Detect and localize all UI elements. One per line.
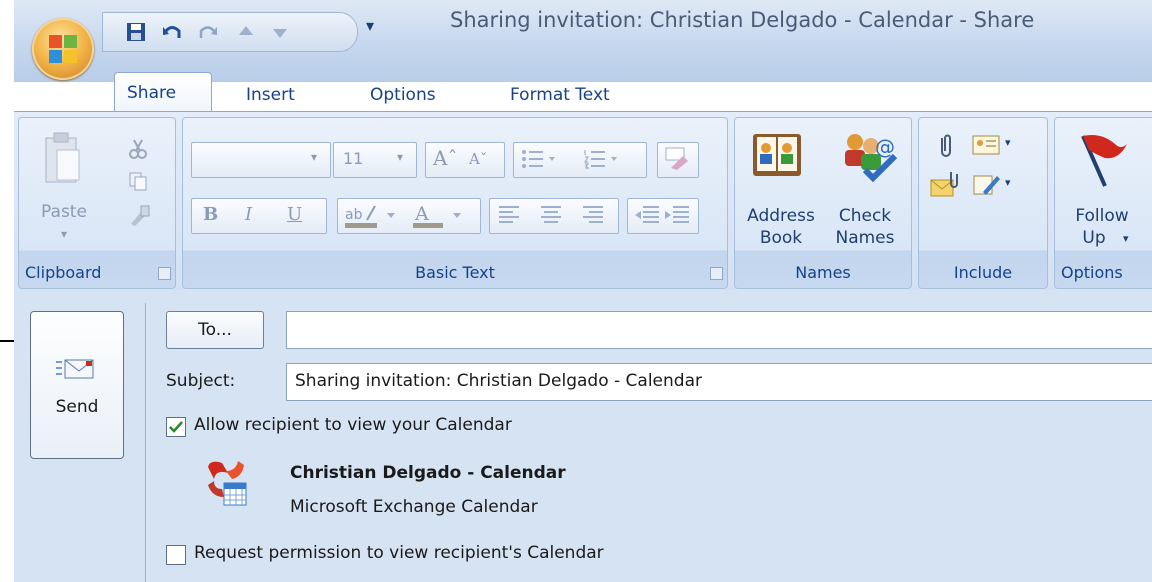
follow-up-dropdown-icon[interactable]: ▾ (1123, 232, 1129, 245)
names-group-label: Names (795, 263, 851, 282)
underline-button[interactable]: U (287, 204, 302, 225)
tab-options[interactable]: Options (358, 78, 448, 112)
business-card-icon[interactable] (971, 132, 1001, 158)
attach-file-icon[interactable] (935, 132, 957, 160)
svg-text:ab: ab (345, 207, 363, 223)
office-button[interactable] (32, 18, 94, 80)
paste-dropdown-icon[interactable]: ▾ (29, 224, 99, 245)
subject-value: Sharing invitation: Christian Delgado - … (295, 371, 702, 391)
allow-view-checkbox[interactable] (166, 417, 186, 437)
basic-text-group-label: Basic Text (415, 263, 495, 282)
business-card-dropdown-icon[interactable]: ▾ (1005, 136, 1011, 149)
signature-dropdown-icon[interactable]: ▾ (1005, 176, 1011, 189)
follow-up-label-2[interactable]: Up (1059, 228, 1129, 249)
clipboard-group: Paste ▾ Clipboard (18, 117, 176, 289)
save-icon[interactable] (125, 21, 147, 43)
follow-up-label-1[interactable]: Follow (1059, 206, 1145, 227)
address-book-label-2[interactable]: Book (741, 228, 821, 249)
ribbon: Paste ▾ Clipboard ▾ 11 ▾ Aˆ Aˇ B I U ab … (14, 111, 1152, 291)
numbering-icon[interactable] (583, 148, 619, 170)
highlight-icon[interactable]: ab (343, 202, 401, 230)
send-label: Send (55, 397, 99, 417)
request-permission-checkbox[interactable] (166, 545, 186, 565)
customize-qat-icon[interactable]: ▾ (366, 16, 374, 35)
include-group: ▾ ▾ Include (918, 117, 1048, 289)
tab-share[interactable]: Share (114, 72, 212, 113)
subject-label: Subject: (166, 371, 236, 391)
tab-format-text[interactable]: Format Text (498, 78, 622, 112)
calendar-name: Christian Delgado - Calendar (290, 463, 566, 483)
tab-insert[interactable]: Insert (234, 78, 307, 112)
check-names-label-2[interactable]: Names (827, 228, 903, 249)
include-group-label: Include (953, 263, 1013, 282)
cut-icon (129, 139, 147, 159)
paste-icon (45, 132, 80, 183)
copy-icon (129, 172, 147, 191)
options-group: Follow Up ▾ Options (1054, 117, 1152, 289)
office-orb-icon (49, 35, 77, 63)
clipboard-launcher-icon[interactable] (158, 267, 171, 280)
address-book-icon (753, 134, 801, 176)
exchange-calendar-icon (208, 461, 247, 506)
message-form: Send To... Subject: Sharing invitation: … (14, 289, 1152, 582)
window-title: Sharing invitation: Christian Delgado - … (450, 8, 1035, 32)
down-arrow-icon (273, 29, 287, 38)
undo-icon[interactable] (161, 21, 183, 43)
font-color-icon[interactable]: A (411, 202, 469, 230)
attach-item-icon[interactable] (929, 170, 963, 200)
clear-formatting-icon (665, 147, 688, 170)
paste-label[interactable]: Paste (29, 202, 99, 223)
request-permission-label[interactable]: Request permission to view recipient's C… (194, 543, 604, 563)
signature-icon[interactable] (971, 170, 1001, 198)
send-button[interactable]: Send (30, 311, 124, 459)
calendar-type: Microsoft Exchange Calendar (290, 497, 538, 517)
svg-text:A: A (414, 203, 429, 225)
font-name-combo[interactable] (191, 142, 331, 178)
font-name-dropdown-icon[interactable]: ▾ (311, 150, 317, 164)
shrink-font-icon[interactable]: Aˇ (469, 150, 487, 168)
send-envelope-icon (56, 359, 94, 379)
align-icons[interactable] (495, 204, 615, 226)
basic-text-launcher-icon[interactable] (710, 267, 723, 280)
check-names-icon: @ (845, 134, 898, 183)
to-field[interactable] (286, 311, 1152, 349)
follow-up-flag-icon (1081, 135, 1127, 187)
font-size-dropdown-icon[interactable]: ▾ (397, 150, 403, 164)
allow-view-label[interactable]: Allow recipient to view your Calendar (194, 415, 512, 435)
redo-icon (199, 26, 217, 38)
address-book-label-1[interactable]: Address (741, 206, 821, 227)
names-group: @ Address Book Check Names Names (734, 117, 912, 289)
italic-button[interactable]: I (245, 204, 252, 225)
to-button[interactable]: To... (166, 311, 264, 349)
title-bar: ▾ Sharing invitation: Christian Delgado … (14, 0, 1152, 82)
indent-icons[interactable] (633, 204, 695, 226)
outlook-share-window: ▾ Sharing invitation: Christian Delgado … (14, 0, 1152, 582)
check-names-label-1[interactable]: Check (827, 206, 903, 227)
clipboard-group-label: Clipboard (25, 263, 102, 282)
grow-font-icon[interactable]: Aˆ (433, 146, 457, 170)
font-size-value: 11 (343, 149, 364, 168)
checkmark-icon (169, 421, 183, 433)
bold-button[interactable]: B (203, 204, 218, 225)
subject-field[interactable]: Sharing invitation: Christian Delgado - … (286, 363, 1152, 401)
options-group-label: Options (1061, 263, 1123, 282)
bullets-icon[interactable] (521, 148, 557, 170)
up-arrow-icon (239, 26, 253, 35)
form-divider (145, 303, 146, 582)
basic-text-group: ▾ 11 ▾ Aˆ Aˇ B I U ab A Basic Text (182, 117, 728, 289)
format-painter-icon (131, 205, 150, 226)
quick-access-toolbar (102, 12, 358, 52)
